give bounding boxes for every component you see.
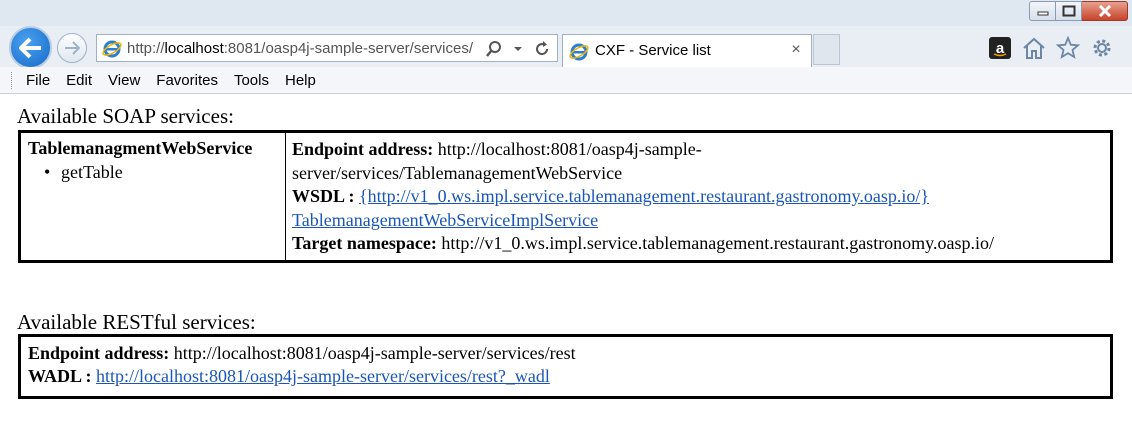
favorites-button[interactable] bbox=[1054, 34, 1082, 62]
ie-logo-icon bbox=[102, 40, 122, 58]
forward-button[interactable] bbox=[57, 33, 87, 63]
rest-endpoint-value: http://localhost:8081/oasp4j-sample-serv… bbox=[173, 343, 576, 363]
url-path: :8081/oasp4j-sample-server/services/ bbox=[223, 40, 474, 57]
soap-details-cell: Endpoint address: http://localhost:8081/… bbox=[292, 138, 1092, 256]
menu-grip bbox=[11, 72, 15, 89]
menu-edit[interactable]: Edit bbox=[58, 71, 100, 90]
menu-file[interactable]: File bbox=[18, 71, 58, 90]
settings-button[interactable] bbox=[1088, 34, 1116, 62]
address-bar[interactable]: http://localhost:8081/oasp4j-sample-serv… bbox=[96, 34, 558, 62]
maximize-icon bbox=[1062, 5, 1075, 17]
soap-namespace-value: http://v1_0.ws.impl.service.tablemanagem… bbox=[441, 233, 995, 253]
menu-favorites[interactable]: Favorites bbox=[148, 71, 226, 90]
window-controls bbox=[1029, 1, 1128, 21]
rest-services-table: Endpoint address: http://localhost:8081/… bbox=[18, 334, 1113, 399]
soap-services-heading: Available SOAP services: bbox=[17, 104, 234, 128]
home-icon bbox=[1023, 37, 1045, 59]
dropdown-icon bbox=[514, 47, 522, 51]
soap-wsdl-link-line-2: TablemanagementWebServiceImplService bbox=[292, 209, 1092, 233]
refresh-icon bbox=[536, 41, 549, 56]
back-icon bbox=[18, 37, 41, 58]
menu-help[interactable]: Help bbox=[277, 71, 324, 90]
close-icon bbox=[1098, 5, 1111, 17]
refresh-button[interactable] bbox=[531, 38, 553, 60]
rest-endpoint-label: Endpoint address: bbox=[28, 343, 170, 363]
amazon-icon: a bbox=[989, 37, 1011, 59]
menu-tools[interactable]: Tools bbox=[226, 71, 277, 90]
close-window-button[interactable] bbox=[1082, 1, 1128, 21]
home-button[interactable] bbox=[1020, 34, 1048, 62]
url-scheme: http:// bbox=[127, 40, 165, 57]
settings-gear-icon bbox=[1093, 39, 1111, 57]
soap-wsdl-label: WSDL : bbox=[292, 186, 355, 206]
soap-endpoint-value-1: http://localhost:8081/oasp4j-sample- bbox=[437, 139, 702, 159]
tab-service-list[interactable]: CXF - Service list × bbox=[562, 34, 812, 67]
tab-close-icon[interactable]: × bbox=[787, 41, 805, 59]
tab-title: CXF - Service list bbox=[595, 42, 711, 59]
rest-services-heading: Available RESTful services: bbox=[17, 310, 256, 334]
soap-namespace-label: Target namespace: bbox=[292, 233, 437, 253]
page-content: Available SOAP services: TablemanagmentW… bbox=[0, 95, 1132, 424]
browser-chrome: http://localhost:8081/oasp4j-sample-serv… bbox=[0, 0, 1132, 69]
rest-endpoint-line: Endpoint address: http://localhost:8081/… bbox=[28, 342, 1110, 365]
search-icon bbox=[486, 41, 501, 57]
menu-bar: File Edit View Favorites Tools Help bbox=[0, 67, 1132, 94]
ie-logo-icon bbox=[569, 43, 589, 61]
title-bar bbox=[0, 0, 1132, 26]
soap-wsdl-link-2[interactable]: TablemanagementWebServiceImplService bbox=[292, 210, 598, 230]
rest-wadl-link[interactable]: http://localhost:8081/oasp4j-sample-serv… bbox=[96, 366, 550, 386]
maximize-button[interactable] bbox=[1056, 1, 1082, 21]
menu-view[interactable]: View bbox=[100, 71, 148, 90]
soap-endpoint-label: Endpoint address: bbox=[292, 139, 434, 159]
soap-operation-item: getTable bbox=[44, 162, 285, 183]
soap-endpoint-line: Endpoint address: http://localhost:8081/… bbox=[292, 138, 1092, 162]
url-host: localhost bbox=[164, 40, 224, 57]
new-tab-button[interactable] bbox=[813, 34, 840, 65]
soap-wsdl-line: WSDL : {http://v1_0.ws.impl.service.tabl… bbox=[292, 185, 1092, 209]
minimize-button[interactable] bbox=[1029, 1, 1056, 21]
amazon-button[interactable]: a bbox=[986, 34, 1014, 62]
soap-wsdl-link-1[interactable]: {http://v1_0.ws.impl.service.tablemanage… bbox=[359, 186, 929, 206]
minimize-icon bbox=[1037, 11, 1048, 16]
favorites-star-icon bbox=[1056, 36, 1080, 59]
back-button[interactable] bbox=[9, 26, 52, 69]
address-dropdown-button[interactable] bbox=[507, 38, 529, 60]
soap-service-name: TablemanagmentWebService bbox=[28, 138, 253, 158]
rest-wadl-line: WADL : http://localhost:8081/oasp4j-samp… bbox=[28, 365, 1110, 388]
rest-wadl-label: WADL : bbox=[28, 366, 92, 386]
soap-endpoint-value-2: server/services/TablemanagementWebServic… bbox=[292, 162, 623, 183]
toolbar-right: a bbox=[986, 34, 1116, 62]
soap-service-cell: TablemanagmentWebService getTable bbox=[21, 133, 286, 260]
soap-services-table: TablemanagmentWebService getTable Endpoi… bbox=[18, 130, 1113, 263]
forward-icon bbox=[65, 41, 80, 55]
search-button[interactable] bbox=[483, 38, 505, 60]
address-url[interactable]: http://localhost:8081/oasp4j-sample-serv… bbox=[127, 40, 473, 57]
menu-items: File Edit View Favorites Tools Help bbox=[18, 71, 324, 90]
soap-namespace-line: Target namespace: http://v1_0.ws.impl.se… bbox=[292, 232, 1092, 256]
soap-operations-list: getTable bbox=[28, 162, 285, 183]
